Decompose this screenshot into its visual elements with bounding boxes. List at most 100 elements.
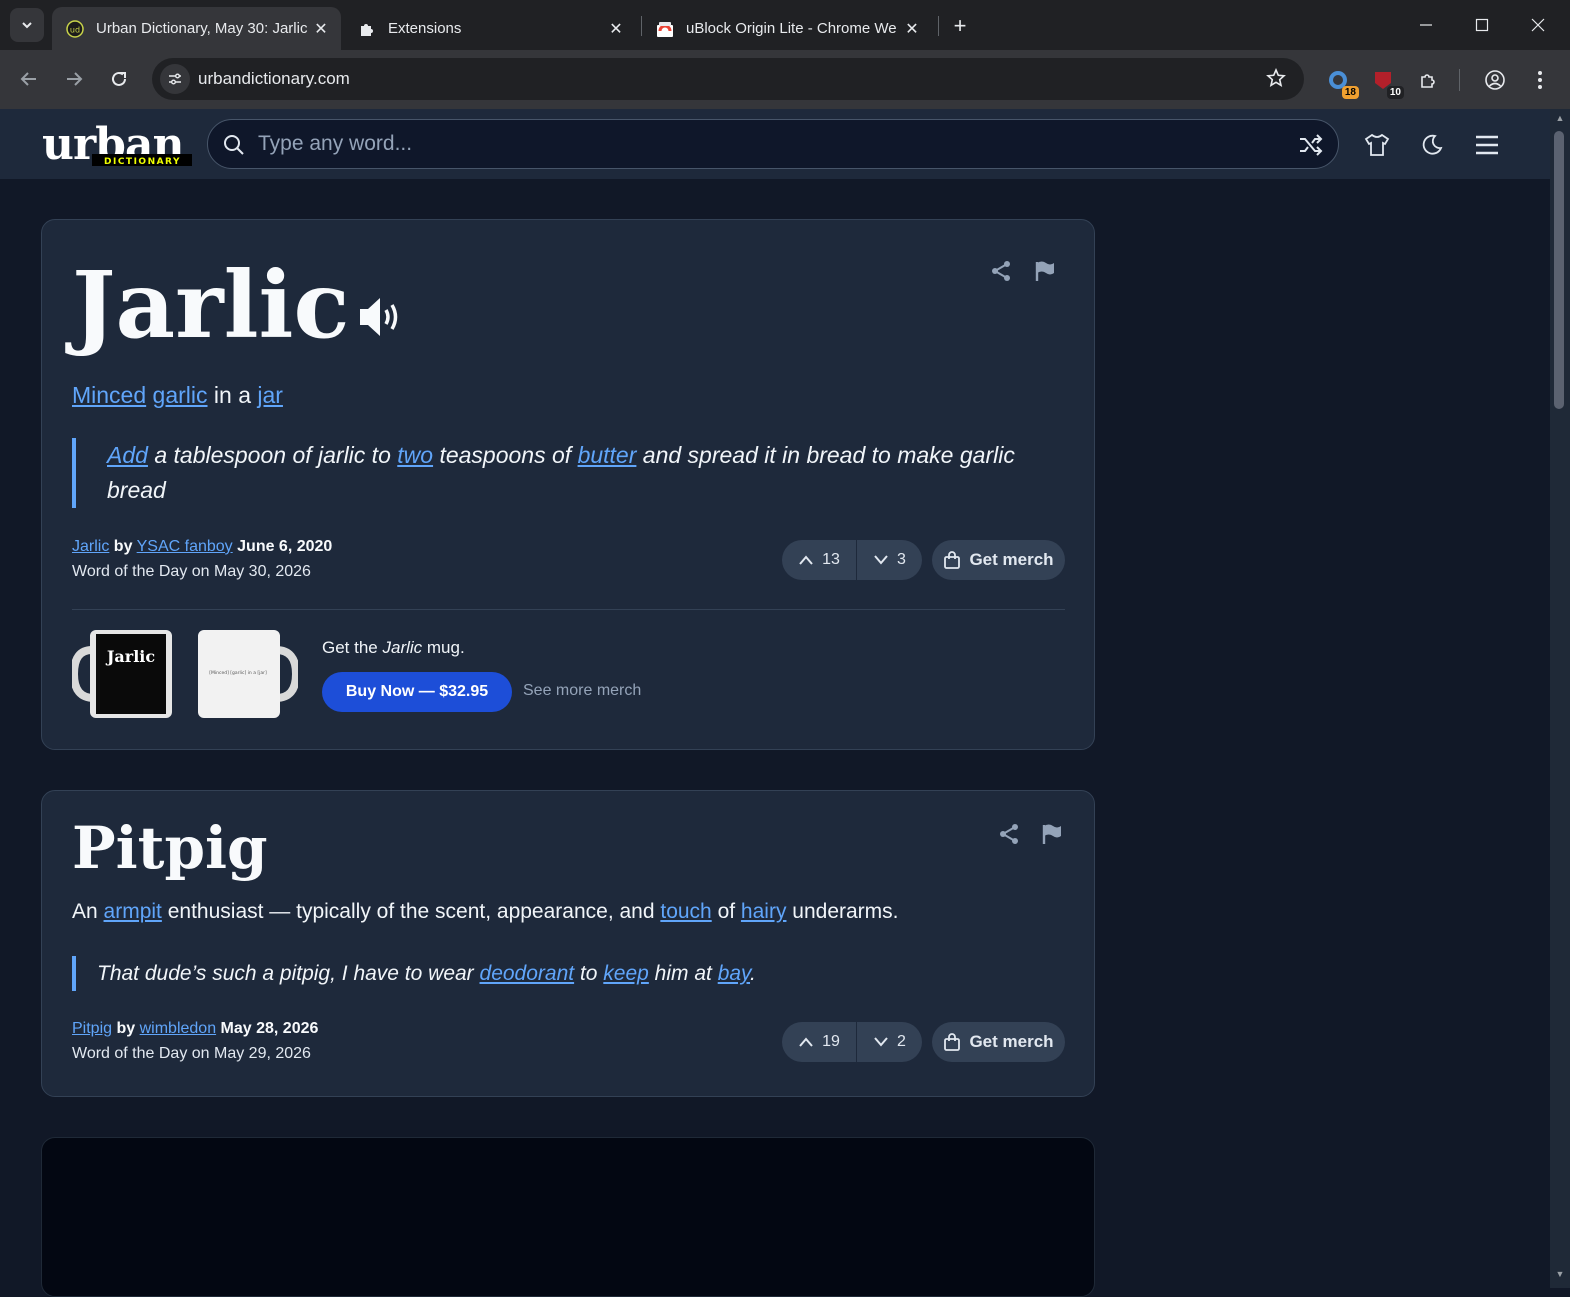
maximize-icon (1475, 18, 1489, 32)
scroll-up-icon[interactable]: ▲ (1554, 113, 1566, 123)
browser-toolbar: urbandictionary.com 18 10 (0, 50, 1570, 109)
scroll-thumb[interactable] (1554, 131, 1564, 409)
word-link[interactable]: Jarlic (72, 538, 109, 555)
get-merch-button[interactable]: Get merch (932, 1022, 1065, 1062)
shuffle-icon[interactable] (1298, 132, 1324, 163)
tab-urban-dictionary[interactable]: ud Urban Dictionary, May 30: Jarlic ✕ (52, 7, 341, 50)
svg-text:DICTIONARY: DICTIONARY (104, 157, 181, 167)
meaning-link[interactable]: hairy (741, 900, 787, 923)
minimize-button[interactable] (1398, 0, 1454, 50)
definition-card: Pitpig An armpit enthusiast — typically … (41, 790, 1095, 1097)
example-text: him at (648, 962, 718, 985)
word-link[interactable]: Pitpig (72, 1020, 112, 1037)
close-tab-icon[interactable]: ✕ (900, 17, 924, 41)
mug-front-text: Jarlic (105, 647, 156, 666)
example-link[interactable]: bay (718, 962, 750, 985)
pronounce-speaker-icon[interactable] (358, 294, 406, 345)
thumbs-down-chevron-icon (874, 1037, 888, 1047)
extensions-puzzle-icon[interactable] (1413, 65, 1443, 95)
word-title[interactable]: Jarlic (72, 250, 350, 360)
bookmark-star-icon[interactable] (1266, 67, 1286, 93)
vote-buttons: 13 3 (782, 540, 922, 580)
close-window-button[interactable] (1510, 0, 1566, 50)
extension-2-icon[interactable]: 10 (1368, 65, 1404, 99)
chevron-down-icon (22, 22, 32, 29)
example-link[interactable]: keep (603, 962, 649, 985)
meaning-text: of (711, 900, 741, 923)
upvote-button[interactable]: 13 (782, 540, 856, 580)
mug-back-text: [Minced] [garlic] in a [jar] (209, 670, 267, 676)
site-info-icon[interactable] (160, 64, 190, 94)
mug-front-image[interactable]: Jarlic (69, 628, 174, 725)
meaning-link[interactable]: jar (257, 382, 283, 408)
example-text: . (750, 962, 756, 985)
tab-ublock[interactable]: uBlock Origin Lite - Chrome We ✕ (642, 7, 932, 50)
search-input[interactable] (258, 130, 1258, 158)
upvote-button[interactable]: 19 (782, 1022, 856, 1062)
svg-text:ud: ud (70, 25, 80, 34)
urban-dictionary-favicon-icon: ud (66, 19, 84, 38)
share-icon[interactable] (988, 258, 1014, 284)
downvote-button[interactable]: 3 (857, 540, 922, 580)
close-tab-icon[interactable]: ✕ (309, 17, 333, 41)
urban-dictionary-logo[interactable]: urban DICTIONARY (42, 119, 192, 174)
meaning-link[interactable]: touch (660, 900, 711, 923)
chrome-web-store-icon (656, 20, 674, 38)
author-link[interactable]: YSAC fanboy (137, 538, 233, 555)
merch-tshirt-icon[interactable] (1363, 131, 1391, 159)
definition-meaning: An armpit enthusiast — typically of the … (72, 900, 899, 924)
url-text: urbandictionary.com (198, 69, 350, 88)
downvote-button[interactable]: 2 (857, 1022, 922, 1062)
flag-icon[interactable] (1032, 258, 1058, 284)
meaning-link[interactable]: garlic (153, 382, 208, 408)
address-bar[interactable]: urbandictionary.com (152, 58, 1304, 100)
tab-extensions[interactable]: Extensions ✕ (344, 7, 636, 50)
meaning-text: An (72, 900, 104, 923)
page-scrollbar[interactable]: ▲ ▼ (1550, 109, 1570, 1288)
example-link[interactable]: Add (107, 442, 148, 468)
close-tab-icon[interactable]: ✕ (604, 17, 628, 41)
maximize-button[interactable] (1454, 0, 1510, 50)
buy-now-button[interactable]: Buy Now — $32.95 (322, 672, 512, 712)
word-title[interactable]: Pitpig (72, 811, 268, 885)
tab-title: uBlock Origin Lite - Chrome We (686, 20, 897, 37)
tab-search-button[interactable] (10, 8, 44, 42)
site-header: urban DICTIONARY (0, 109, 1550, 179)
hamburger-menu-icon[interactable] (1473, 131, 1501, 159)
ad-placeholder-card (41, 1137, 1095, 1297)
extension-1-icon[interactable]: 18 (1323, 65, 1359, 99)
forward-arrow-icon (67, 72, 83, 86)
downvote-count: 3 (897, 551, 906, 568)
example-text: a tablespoon of jarlic to (147, 442, 398, 468)
mug-back-image[interactable]: [Minced] [garlic] in a [jar] (196, 628, 301, 725)
reload-button[interactable] (104, 64, 134, 94)
thumbs-up-chevron-icon (799, 555, 813, 565)
share-icon[interactable] (996, 821, 1022, 847)
browser-menu-icon[interactable] (1525, 65, 1555, 95)
get-mug-word: Jarlic (382, 638, 423, 657)
get-merch-button[interactable]: Get merch (932, 540, 1065, 580)
example-link[interactable]: deodorant (480, 962, 575, 985)
back-button[interactable] (14, 64, 44, 94)
see-more-merch-link[interactable]: See more merch (523, 682, 641, 700)
profile-icon[interactable] (1480, 65, 1510, 95)
thumbs-up-chevron-icon (799, 1037, 813, 1047)
dark-mode-moon-icon[interactable] (1418, 131, 1446, 159)
scroll-down-icon[interactable]: ▼ (1554, 1269, 1566, 1279)
close-icon (1531, 18, 1545, 32)
date-text: May 28, 2026 (220, 1020, 319, 1037)
author-link[interactable]: wimbledon (140, 1020, 216, 1037)
meaning-link[interactable]: Minced (72, 382, 146, 408)
example-link[interactable]: two (397, 442, 433, 468)
reload-icon (112, 71, 126, 86)
example-link[interactable]: butter (578, 442, 637, 468)
flag-icon[interactable] (1039, 821, 1065, 847)
tab-separator (938, 16, 939, 36)
upvote-count: 13 (822, 551, 840, 568)
meaning-link[interactable]: armpit (104, 900, 162, 923)
search-bar[interactable] (207, 119, 1339, 169)
definition-meaning: Minced garlic in a jar (72, 382, 283, 409)
new-tab-button[interactable]: + (946, 12, 974, 40)
forward-button[interactable] (59, 64, 89, 94)
example-text: teaspoons of (433, 442, 578, 468)
